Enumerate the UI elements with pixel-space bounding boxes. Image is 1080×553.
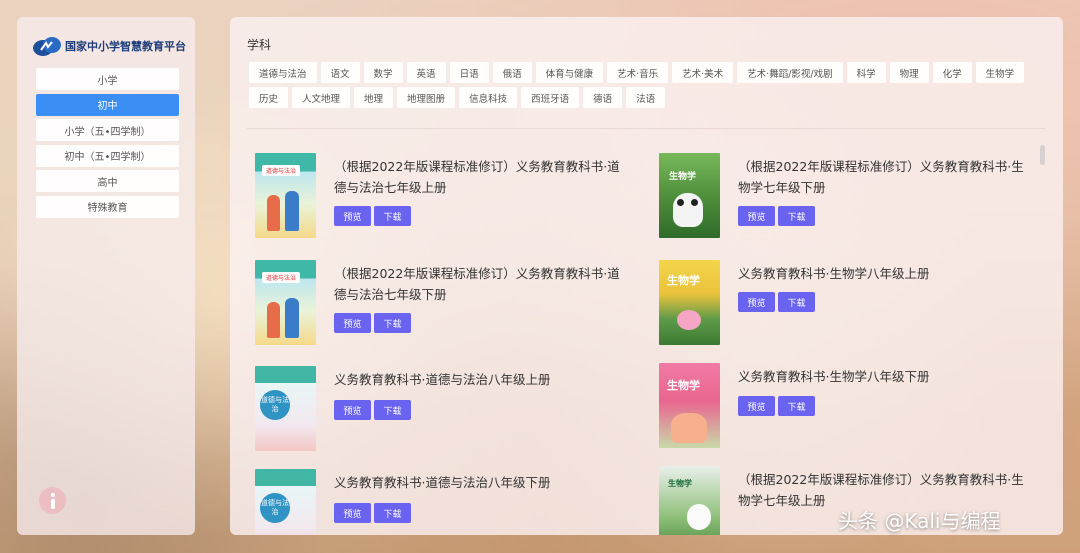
subject-tag[interactable]: 法语 <box>626 87 666 108</box>
subject-tag[interactable]: 艺术·美术 <box>672 62 734 83</box>
subject-tag[interactable]: 道德与法治 <box>249 62 317 83</box>
preview-button[interactable]: 预览 <box>334 313 371 333</box>
book-title[interactable]: 义务教育教科书·道德与法治八年级上册 <box>334 369 624 390</box>
subject-tag[interactable]: 人文地理 <box>292 87 351 108</box>
book-cover[interactable]: 生物学 <box>659 363 720 448</box>
download-button[interactable]: 下载 <box>778 292 815 312</box>
book-title[interactable]: （根据2022年版课程标准修订）义务教育教科书·道德与法治七年级上册 <box>334 156 624 198</box>
book-card: 生物学 义务教育教科书·生物学八年级上册 预览 下载 <box>659 260 1039 350</box>
subject-tag[interactable]: 英语 <box>406 62 446 83</box>
book-title[interactable]: 义务教育教科书·生物学八年级下册 <box>738 366 1028 387</box>
logo-text: 国家中小学智慧教育平台 <box>65 40 186 53</box>
book-card: 道德与法治 （根据2022年版课程标准修订）义务教育教科书·道德与法治七年级下册… <box>255 260 635 350</box>
book-actions: 预览 下载 <box>334 503 414 523</box>
subject-tag[interactable]: 科学 <box>846 62 886 83</box>
subject-tag[interactable]: 地理图册 <box>397 87 456 108</box>
book-card: 道德与法治 义务教育教科书·道德与法治八年级下册 预览 下载 <box>255 469 635 535</box>
book-card: 道德与法治 （根据2022年版课程标准修订）义务教育教科书·道德与法治七年级上册… <box>255 153 635 243</box>
book-cover[interactable]: 生物学 <box>659 153 720 238</box>
subject-tag[interactable]: 日语 <box>449 62 489 83</box>
book-actions: 预览 下载 <box>334 400 414 420</box>
book-cover[interactable]: 道德与法治 <box>255 469 316 535</box>
book-actions: 预览 下载 <box>334 313 414 333</box>
book-card: 生物学 义务教育教科书·生物学八年级下册 预览 下载 <box>659 363 1039 453</box>
subject-tag[interactable]: 艺术·舞蹈/影视/戏剧 <box>737 62 843 83</box>
download-button[interactable]: 下载 <box>374 313 411 333</box>
book-cover[interactable]: 道德与法治 <box>255 366 316 451</box>
subject-tag[interactable]: 物理 <box>889 62 929 83</box>
level-item-primary[interactable]: 小学 <box>36 68 179 90</box>
book-title[interactable]: 义务教育教科书·生物学八年级上册 <box>738 263 1028 284</box>
book-card: 道德与法治 义务教育教科书·道德与法治八年级上册 预览 下载 <box>255 366 635 456</box>
preview-button[interactable]: 预览 <box>334 206 371 226</box>
preview-button[interactable]: 预览 <box>738 206 775 226</box>
book-actions: 预览 下载 <box>738 292 818 312</box>
book-actions: 预览 下载 <box>738 206 818 226</box>
cloud-book-logo-icon <box>32 35 64 57</box>
watermark: 头条 @Kali与编程 <box>838 509 1001 533</box>
level-item-primary-54[interactable]: 小学（五•四学制） <box>36 119 179 142</box>
book-cover[interactable]: 道德与法治 <box>255 260 316 345</box>
subject-tag[interactable]: 语文 <box>320 62 360 83</box>
book-title[interactable]: （根据2022年版课程标准修订）义务教育教科书·道德与法治七年级下册 <box>334 263 624 305</box>
main-panel: 学科 道德与法治 语文 数学 英语 日语 俄语 体育与健康 艺术·音乐 艺术·美… <box>230 17 1063 535</box>
book-cover[interactable]: 道德与法治 <box>255 153 316 238</box>
level-item-senior[interactable]: 高中 <box>36 170 179 193</box>
preview-button[interactable]: 预览 <box>334 400 371 420</box>
info-icon <box>50 492 55 509</box>
subject-tag[interactable]: 信息科技 <box>459 87 518 108</box>
subject-tag[interactable]: 艺术·音乐 <box>607 62 669 83</box>
subject-heading: 学科 <box>247 38 272 52</box>
download-button[interactable]: 下载 <box>778 206 815 226</box>
subject-tag[interactable]: 体育与健康 <box>535 62 604 83</box>
level-list: 小学 初中 小学（五•四学制） 初中（五•四学制） 高中 特殊教育 <box>36 68 179 222</box>
subject-tag[interactable]: 生物学 <box>975 62 1025 83</box>
preview-button[interactable]: 预览 <box>738 396 775 416</box>
book-cover[interactable]: 生物学 <box>659 466 720 535</box>
info-button[interactable] <box>39 487 66 514</box>
subject-tag[interactable]: 西班牙语 <box>521 87 580 108</box>
divider <box>247 128 1046 129</box>
level-item-junior[interactable]: 初中 <box>36 93 179 116</box>
book-actions: 预览 下载 <box>334 206 414 226</box>
subject-tag[interactable]: 历史 <box>249 87 289 108</box>
subject-tags: 道德与法治 语文 数学 英语 日语 俄语 体育与健康 艺术·音乐 艺术·美术 艺… <box>249 62 1049 112</box>
subject-tag[interactable]: 德语 <box>583 87 623 108</box>
scrollbar-thumb[interactable] <box>1040 145 1045 165</box>
book-actions: 预览 下载 <box>738 396 818 416</box>
level-item-special[interactable]: 特殊教育 <box>36 195 179 218</box>
level-item-junior-54[interactable]: 初中（五•四学制） <box>36 144 179 167</box>
preview-button[interactable]: 预览 <box>738 292 775 312</box>
book-title[interactable]: （根据2022年版课程标准修订）义务教育教科书·生物学七年级下册 <box>738 156 1028 198</box>
download-button[interactable]: 下载 <box>374 400 411 420</box>
subject-tag[interactable]: 化学 <box>932 62 972 83</box>
subject-tag[interactable]: 数学 <box>363 62 403 83</box>
download-button[interactable]: 下载 <box>374 206 411 226</box>
subject-tag[interactable]: 俄语 <box>492 62 532 83</box>
book-title[interactable]: 义务教育教科书·道德与法治八年级下册 <box>334 472 624 493</box>
platform-logo[interactable]: 国家中小学智慧教育平台 <box>32 35 186 57</box>
download-button[interactable]: 下载 <box>778 396 815 416</box>
subject-tag[interactable]: 地理 <box>354 87 394 108</box>
book-cover[interactable]: 生物学 <box>659 260 720 345</box>
download-button[interactable]: 下载 <box>374 503 411 523</box>
preview-button[interactable]: 预览 <box>334 503 371 523</box>
book-card: 生物学 （根据2022年版课程标准修订）义务教育教科书·生物学七年级下册 预览 … <box>659 153 1039 243</box>
sidebar: 国家中小学智慧教育平台 小学 初中 小学（五•四学制） 初中（五•四学制） 高中… <box>17 17 195 535</box>
